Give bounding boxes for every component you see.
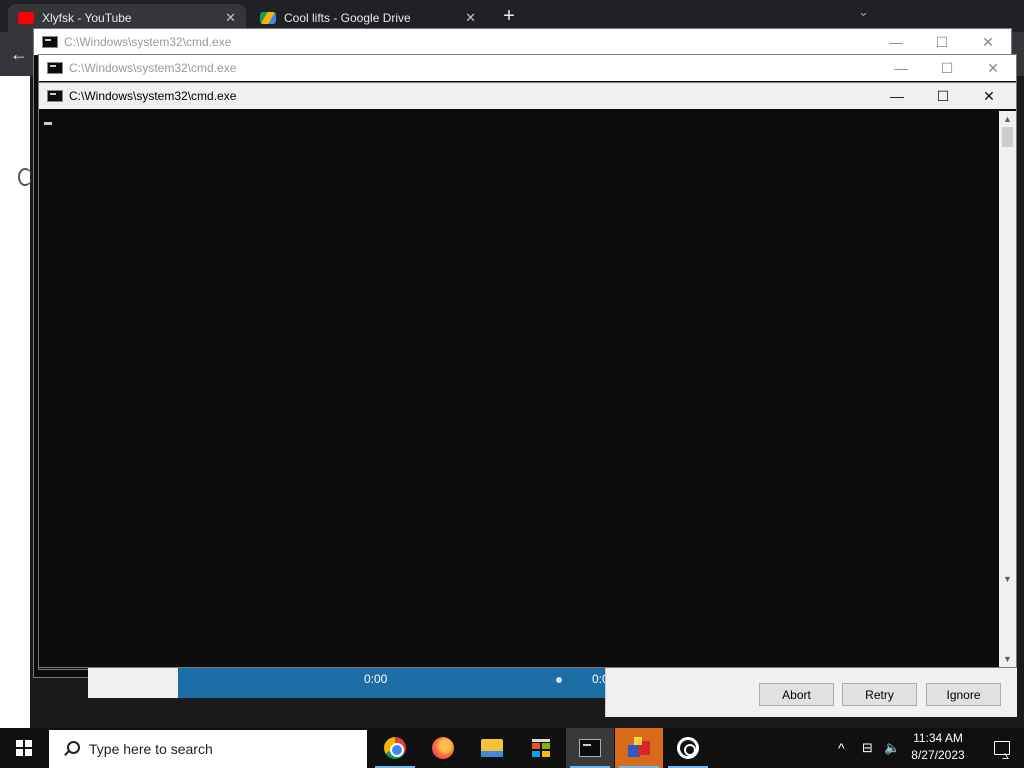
start-button[interactable] — [0, 728, 48, 768]
cmd-window-front[interactable]: C:\Windows\system32\cmd.exe — ☐ ✕ ▲ ▼ ▼ — [38, 82, 1017, 668]
window-title: C:\Windows\system32\cmd.exe — [69, 89, 237, 103]
search-placeholder: Type here to search — [89, 741, 213, 757]
taskbar-store[interactable] — [517, 728, 565, 768]
error-dialog: Abort Retry Ignore — [605, 668, 1017, 717]
close-icon[interactable]: ✕ — [225, 10, 236, 26]
page-partial-icon — [18, 168, 32, 186]
maximize-button[interactable]: ☐ — [920, 83, 966, 109]
retry-button[interactable]: Retry — [842, 683, 917, 706]
file-explorer-icon — [481, 739, 503, 757]
action-center-button[interactable] — [980, 728, 1024, 768]
chrome-icon — [384, 737, 406, 759]
box-app-icon — [628, 737, 650, 759]
tray-chevron-icon[interactable]: ^ — [838, 728, 845, 768]
minimize-button[interactable]: — — [878, 55, 924, 81]
scroll-up-icon[interactable]: ▲ — [999, 111, 1016, 127]
maximize-button[interactable]: ☐ — [924, 55, 970, 81]
taskbar-file-explorer[interactable] — [468, 728, 516, 768]
taskbar-target-app[interactable] — [664, 728, 712, 768]
tab-label: Xlyfsk - YouTube — [42, 11, 132, 25]
media-progress-bar[interactable]: 0:00 0:0 — [88, 668, 609, 698]
command-prompt-icon — [579, 739, 601, 757]
title-bar[interactable]: C:\Windows\system32\cmd.exe — ☐ ✕ — [39, 83, 1016, 109]
media-time: 0:00 — [364, 672, 388, 686]
window-title: C:\Windows\system32\cmd.exe — [64, 35, 232, 49]
scrollbar-inner[interactable]: ▲ ▼ — [999, 111, 1016, 587]
title-bar[interactable]: C:\Windows\system32\cmd.exe — ☐ ✕ — [34, 29, 1011, 55]
media-panel — [88, 668, 178, 698]
taskbar-firefox[interactable] — [419, 728, 467, 768]
search-icon — [63, 741, 80, 757]
clock-time: 11:34 AM — [913, 731, 963, 745]
maximize-button[interactable]: ☐ — [919, 29, 965, 55]
cmd-icon — [47, 90, 63, 102]
chevron-down-icon[interactable]: ⌄ — [858, 4, 869, 20]
taskbar-search[interactable]: Type here to search — [49, 730, 367, 768]
window-title: C:\Windows\system32\cmd.exe — [69, 61, 237, 75]
text-cursor — [44, 122, 52, 125]
minimize-button[interactable]: — — [874, 83, 920, 109]
clock-date: 8/27/2023 — [911, 748, 965, 762]
close-button[interactable]: ✕ — [966, 83, 1012, 109]
network-icon[interactable]: ⊟ — [862, 728, 873, 768]
media-dot-icon — [556, 677, 562, 683]
volume-icon[interactable]: 🔈 — [884, 728, 900, 768]
google-drive-icon — [260, 12, 276, 24]
taskbar: Type here to search ^ ⊟ 🔈 11:34 AM 8/27/… — [0, 728, 1024, 768]
microsoft-store-icon — [532, 739, 550, 757]
firefox-icon — [432, 737, 454, 759]
scroll-down-icon[interactable]: ▼ — [999, 651, 1016, 667]
tab-label: Cool lifts - Google Drive — [284, 11, 411, 25]
notification-icon — [994, 741, 1010, 755]
scrollbar-outer[interactable]: ▼ — [999, 587, 1016, 667]
scroll-down-icon[interactable]: ▼ — [999, 571, 1016, 587]
system-clock[interactable]: 11:34 AM 8/27/2023 — [902, 730, 974, 766]
abort-button[interactable]: Abort — [759, 683, 834, 706]
cmd-icon — [42, 36, 58, 48]
taskbar-box-app[interactable] — [615, 728, 663, 768]
ignore-button[interactable]: Ignore — [926, 683, 1001, 706]
scroll-thumb[interactable] — [1002, 127, 1013, 147]
target-app-icon — [677, 737, 699, 759]
windows-logo-icon — [16, 740, 32, 756]
taskbar-cmd[interactable] — [566, 728, 614, 768]
minimize-button[interactable]: — — [873, 29, 919, 55]
cmd-icon — [47, 62, 63, 74]
youtube-icon — [18, 12, 34, 24]
new-tab-button[interactable]: + — [498, 6, 520, 28]
back-arrow-icon[interactable]: ← — [10, 44, 28, 65]
close-button[interactable]: ✕ — [965, 29, 1011, 55]
close-icon[interactable]: ✕ — [465, 10, 476, 26]
taskbar-chrome[interactable] — [371, 728, 419, 768]
close-button[interactable]: ✕ — [970, 55, 1016, 81]
title-bar[interactable]: C:\Windows\system32\cmd.exe — ☐ ✕ — [39, 55, 1016, 81]
